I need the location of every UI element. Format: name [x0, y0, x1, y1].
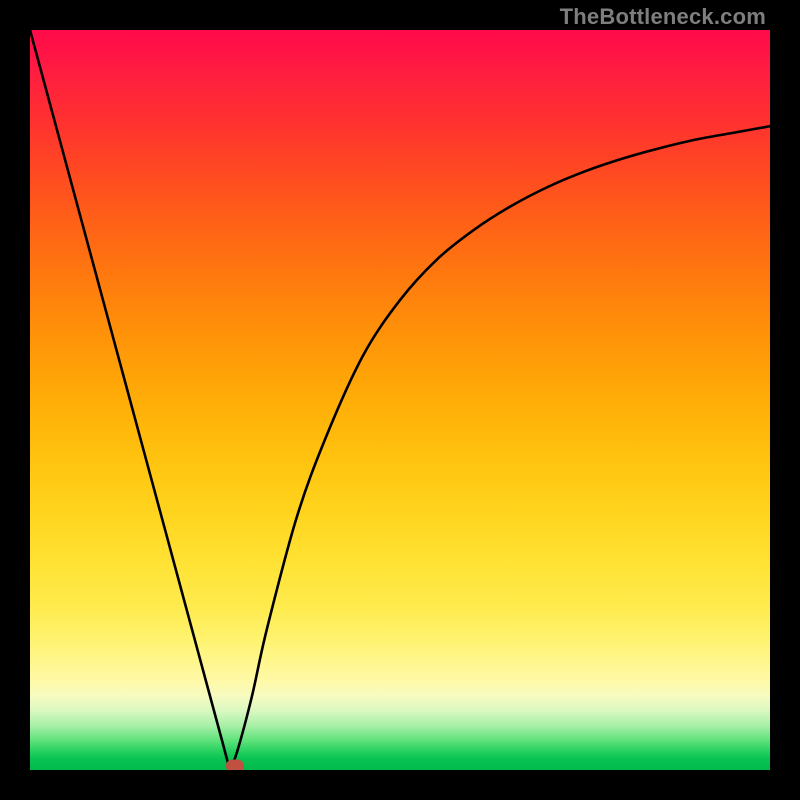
chart-frame: TheBottleneck.com — [0, 0, 800, 800]
attribution-text: TheBottleneck.com — [560, 4, 766, 30]
plot-area — [30, 30, 770, 770]
bottleneck-curve — [30, 30, 770, 770]
optimal-point-marker — [226, 759, 244, 770]
curve-svg — [30, 30, 770, 770]
